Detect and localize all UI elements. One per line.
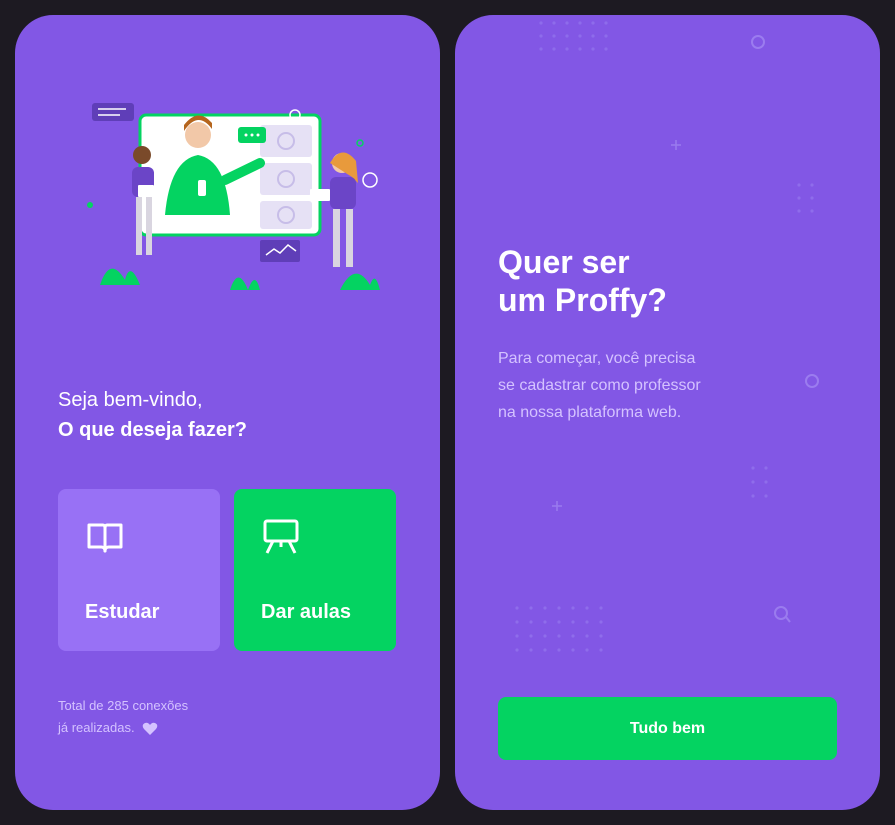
give-classes-screen: Quer ser um Proffy? Para começar, você p… (455, 15, 880, 810)
title-line-1: Quer ser (498, 244, 630, 280)
ok-button[interactable]: Tudo bem (498, 697, 837, 760)
total-connections: Total de 285 conexões já realizadas. (58, 695, 188, 739)
online-class-illustration (87, 103, 380, 290)
total-connections-count: Total de 285 conexões (58, 698, 189, 713)
teach-button[interactable]: Dar aulas (234, 489, 396, 651)
title-line-2: um Proffy? (498, 282, 667, 318)
teach-label: Dar aulas (261, 601, 352, 623)
welcome-greeting: Seja bem-vindo, (58, 389, 203, 411)
welcome-question: O que deseja fazer? (58, 419, 247, 441)
page-title: Quer ser um Proffy? (498, 243, 667, 319)
study-button[interactable]: Estudar (58, 489, 220, 651)
heart-icon (142, 722, 158, 735)
presentation-board-icon (263, 519, 299, 554)
landing-screen: Seja bem-vindo, O que deseja fazer? Estu… (15, 15, 440, 810)
description-line-2: se cadastrar como professor (498, 377, 701, 394)
total-connections-suffix: já realizadas. (58, 720, 135, 735)
page-description: Para começar, você precisa se cadastrar … (498, 345, 701, 426)
welcome-text: Seja bem-vindo, O que deseja fazer? (58, 385, 247, 445)
book-icon (87, 523, 123, 553)
study-label: Estudar (85, 601, 160, 623)
description-line-1: Para começar, você precisa (498, 350, 696, 367)
description-line-3: na nossa plataforma web. (498, 404, 682, 421)
